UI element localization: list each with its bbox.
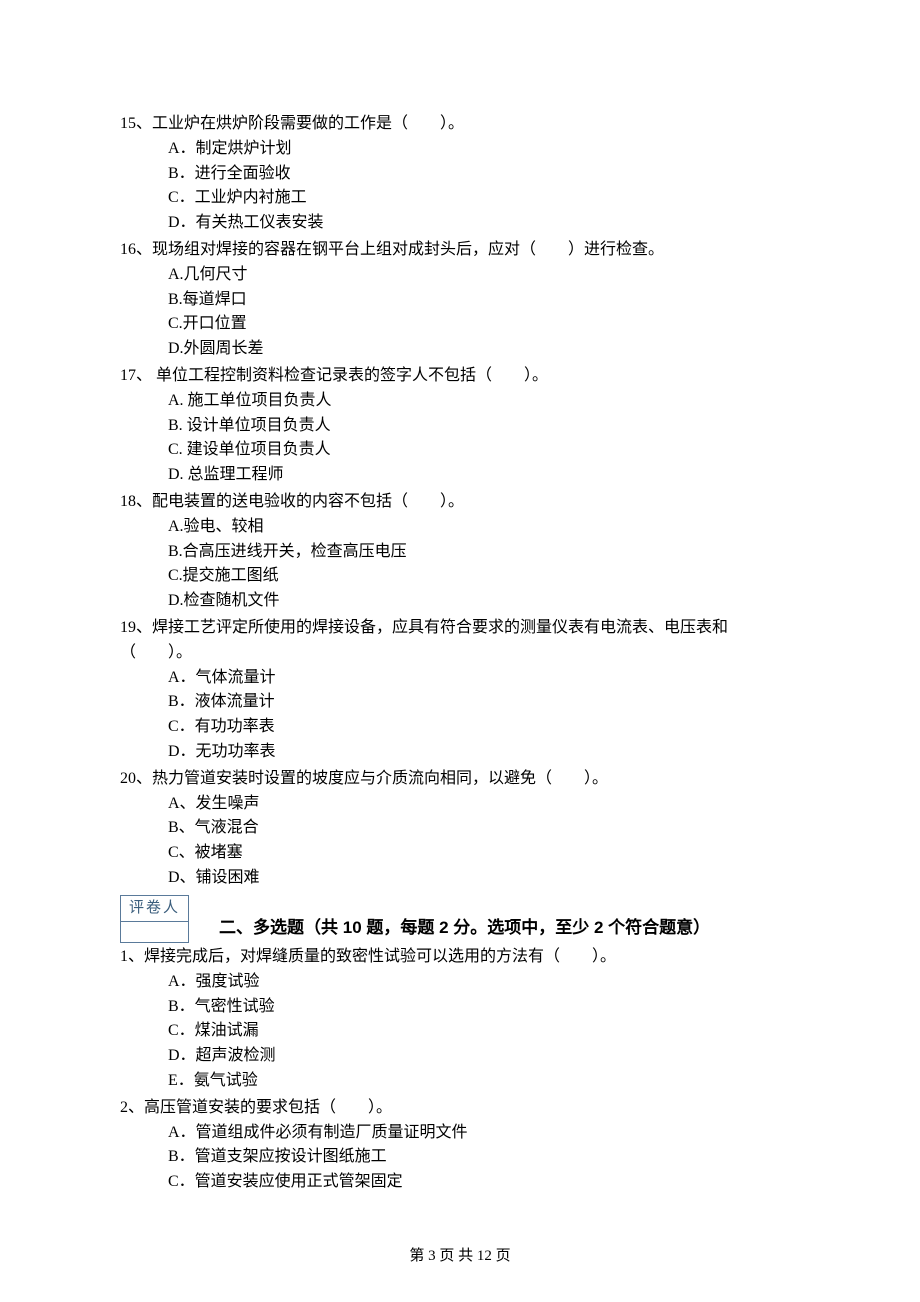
option-c: C.提交施工图纸 [168,564,800,589]
option-b: B、气液混合 [168,816,800,841]
question-number: 19、 [120,619,152,636]
options: A. 施工单位项目负责人 B. 设计单位项目负责人 C. 建设单位项目负责人 D… [120,389,800,488]
option-a: A.几何尺寸 [168,263,800,288]
section-heading-row: 评卷人 二、多选题（共 10 题，每题 2 分。选项中，至少 2 个符合题意） [120,891,800,943]
option-c: C．有功功率表 [168,715,800,740]
options: A．制定烘炉计划 B．进行全面验收 C．工业炉内衬施工 D．有关热工仪表安装 [120,137,800,236]
page: 15、工业炉在烘炉阶段需要做的工作是（ ）。 A．制定烘炉计划 B．进行全面验收… [0,0,920,1302]
options: A、发生噪声 B、气液混合 C、被堵塞 D、铺设困难 [120,792,800,891]
option-d: D.检查随机文件 [168,589,800,614]
option-b: B. 设计单位项目负责人 [168,414,800,439]
option-a: A．制定烘炉计划 [168,137,800,162]
question-number: 16、 [120,241,152,258]
option-b: B.每道焊口 [168,288,800,313]
reviewer-empty-cell [121,922,188,942]
option-b: B.合高压进线开关，检查高压电压 [168,540,800,565]
question-stem-continuation: （ ）。 [120,641,800,666]
question-stem: 19、焊接工艺评定所使用的焊接设备，应具有符合要求的测量仪表有电流表、电压表和 [120,616,800,641]
section-2-heading: 二、多选题（共 10 题，每题 2 分。选项中，至少 2 个符合题意） [219,915,710,943]
question-20: 20、热力管道安装时设置的坡度应与介质流向相同，以避免（ ）。 A、发生噪声 B… [120,767,800,891]
option-b: B．管道支架应按设计图纸施工 [168,1145,800,1170]
question-number: 17、 [120,367,152,384]
options: A．气体流量计 B．液体流量计 C．有功功率表 D．无功功率表 [120,666,800,765]
option-d: D．无功功率表 [168,740,800,765]
option-b: B．液体流量计 [168,690,800,715]
question-17: 17、 单位工程控制资料检查记录表的签字人不包括（ ）。 A. 施工单位项目负责… [120,364,800,488]
option-c: C.开口位置 [168,312,800,337]
question-stem: 15、工业炉在烘炉阶段需要做的工作是（ ）。 [120,112,800,137]
option-a: A. 施工单位项目负责人 [168,389,800,414]
options: A．管道组成件必须有制造厂质量证明文件 B．管道支架应按设计图纸施工 C．管道安… [120,1121,800,1195]
option-c: C．煤油试漏 [168,1019,800,1044]
option-a: A．管道组成件必须有制造厂质量证明文件 [168,1121,800,1146]
option-c: C. 建设单位项目负责人 [168,438,800,463]
question-text: 焊接工艺评定所使用的焊接设备，应具有符合要求的测量仪表有电流表、电压表和 [152,619,728,636]
option-b: B．气密性试验 [168,995,800,1020]
question-number: 2、 [120,1099,144,1116]
option-a: A．强度试验 [168,970,800,995]
options: A.几何尺寸 B.每道焊口 C.开口位置 D.外圆周长差 [120,263,800,362]
page-footer: 第 3 页 共 12 页 [0,1245,920,1268]
question-18: 18、配电装置的送电验收的内容不包括（ ）。 A.验电、较相 B.合高压进线开关… [120,490,800,614]
question-16: 16、现场组对焊接的容器在钢平台上组对成封头后，应对（ ）进行检查。 A.几何尺… [120,238,800,362]
question-19: 19、焊接工艺评定所使用的焊接设备，应具有符合要求的测量仪表有电流表、电压表和 … [120,616,800,765]
option-a: A、发生噪声 [168,792,800,817]
option-c: C．管道安装应使用正式管架固定 [168,1170,800,1195]
option-d: D．有关热工仪表安装 [168,211,800,236]
question-text: 现场组对焊接的容器在钢平台上组对成封头后，应对（ ）进行检查。 [152,241,664,258]
option-a: A.验电、较相 [168,515,800,540]
section2-question-1: 1、焊接完成后，对焊缝质量的致密性试验可以选用的方法有（ ）。 A．强度试验 B… [120,945,800,1094]
option-b: B．进行全面验收 [168,162,800,187]
question-text: 工业炉在烘炉阶段需要做的工作是（ ）。 [152,115,464,132]
question-stem: 16、现场组对焊接的容器在钢平台上组对成封头后，应对（ ）进行检查。 [120,238,800,263]
question-number: 1、 [120,948,144,965]
question-stem: 17、 单位工程控制资料检查记录表的签字人不包括（ ）。 [120,364,800,389]
question-number: 18、 [120,493,152,510]
option-c: C、被堵塞 [168,841,800,866]
option-d: D. 总监理工程师 [168,463,800,488]
option-d: D．超声波检测 [168,1044,800,1069]
option-d: D.外圆周长差 [168,337,800,362]
question-text: 焊接完成后，对焊缝质量的致密性试验可以选用的方法有（ ）。 [144,948,616,965]
question-text: 热力管道安装时设置的坡度应与介质流向相同，以避免（ ）。 [152,770,608,787]
reviewer-box: 评卷人 [120,895,189,943]
option-e: E．氨气试验 [168,1069,800,1094]
options: A.验电、较相 B.合高压进线开关，检查高压电压 C.提交施工图纸 D.检查随机… [120,515,800,614]
question-text: 高压管道安装的要求包括（ ）。 [144,1099,392,1116]
question-text: 单位工程控制资料检查记录表的签字人不包括（ ）。 [152,367,548,384]
option-d: D、铺设困难 [168,866,800,891]
question-number: 20、 [120,770,152,787]
question-number: 15、 [120,115,152,132]
question-stem: 2、高压管道安装的要求包括（ ）。 [120,1096,800,1121]
question-stem: 18、配电装置的送电验收的内容不包括（ ）。 [120,490,800,515]
option-c: C．工业炉内衬施工 [168,186,800,211]
option-a: A．气体流量计 [168,666,800,691]
question-text: 配电装置的送电验收的内容不包括（ ）。 [152,493,464,510]
question-stem: 20、热力管道安装时设置的坡度应与介质流向相同，以避免（ ）。 [120,767,800,792]
question-15: 15、工业炉在烘炉阶段需要做的工作是（ ）。 A．制定烘炉计划 B．进行全面验收… [120,112,800,236]
question-stem: 1、焊接完成后，对焊缝质量的致密性试验可以选用的方法有（ ）。 [120,945,800,970]
reviewer-label: 评卷人 [121,896,188,922]
section2-question-2: 2、高压管道安装的要求包括（ ）。 A．管道组成件必须有制造厂质量证明文件 B．… [120,1096,800,1195]
options: A．强度试验 B．气密性试验 C．煤油试漏 D．超声波检测 E．氨气试验 [120,970,800,1094]
